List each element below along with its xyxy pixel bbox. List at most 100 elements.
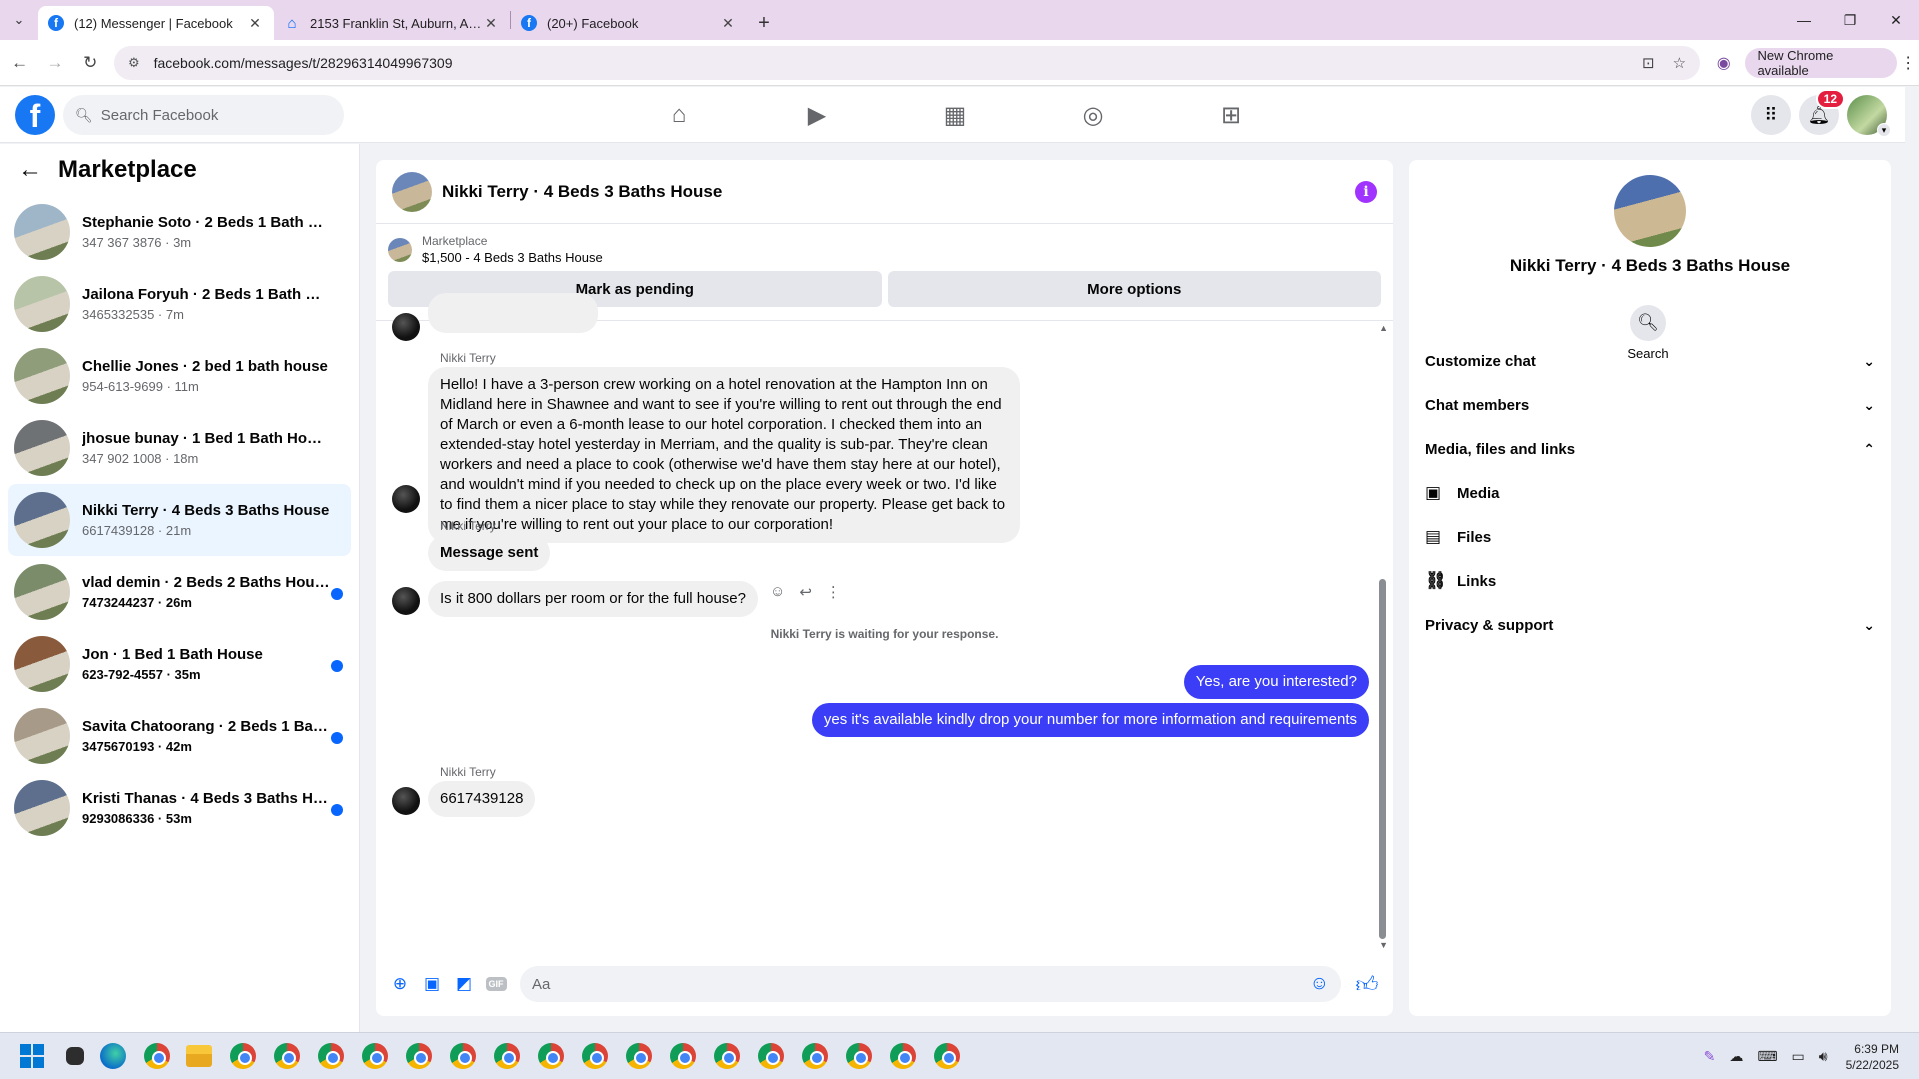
url-text[interactable]: facebook.com/messages/t/2829631404996730… — [154, 55, 1624, 71]
gif-icon[interactable]: GIF — [480, 968, 512, 1000]
reply-icon[interactable]: ↩ — [799, 583, 812, 601]
menu-grid-icon[interactable]: ⠿ — [1751, 95, 1791, 135]
notifications-bell-icon[interactable]: 🔔︎ 12 — [1799, 89, 1845, 135]
groups-icon[interactable]: ◎ — [1024, 87, 1162, 143]
reload-icon[interactable]: ↻ — [75, 47, 106, 79]
chat-listing-thumbnail[interactable] — [392, 171, 432, 212]
back-arrow-icon[interactable]: ← — [4, 47, 35, 79]
window-close-icon[interactable]: ✕ — [1873, 0, 1919, 40]
media-item[interactable]: ▣ Media — [1425, 473, 1500, 513]
profile-icon[interactable]: ◉ — [1710, 49, 1737, 77]
sender-avatar[interactable] — [392, 787, 420, 815]
privacy-support-section[interactable]: Privacy & support ⌄ — [1425, 605, 1875, 645]
new-tab-button[interactable]: + — [747, 6, 781, 40]
close-icon[interactable]: ✕ — [482, 15, 500, 32]
conversation-item[interactable]: Jon · 1 Bed 1 Bath House 623-792-4557 · 3… — [8, 628, 351, 700]
message-input[interactable]: Aa ☺ — [520, 966, 1341, 1002]
plus-circle-icon[interactable]: ⊕ — [384, 968, 416, 1000]
conversation-item[interactable]: vlad demin · 2 Beds 2 Baths House 7473244… — [8, 556, 351, 628]
sender-avatar[interactable] — [392, 587, 420, 615]
chrome-icon[interactable] — [758, 1043, 784, 1069]
outgoing-message[interactable]: yes it's available kindly drop your numb… — [811, 703, 1369, 737]
incoming-message[interactable]: Hello! I have a 3-person crew working on… — [428, 367, 1020, 543]
address-bar[interactable]: ⚙ facebook.com/messages/t/28296314049967… — [113, 45, 1701, 80]
chrome-icon[interactable] — [714, 1043, 740, 1069]
more-options-button[interactable]: More options — [887, 271, 1381, 307]
new-chrome-available-button[interactable]: New Chrome available — [1745, 47, 1898, 78]
chrome-icon[interactable] — [362, 1043, 388, 1069]
sender-avatar[interactable] — [392, 313, 420, 341]
clock[interactable]: 6:39 PM 5/22/2025 — [1846, 1041, 1899, 1073]
minimize-icon[interactable]: — — [1781, 0, 1827, 40]
incoming-message[interactable]: Message sent — [428, 535, 551, 571]
windows-start-icon[interactable] — [20, 1044, 44, 1068]
conversation-item[interactable]: Stephanie Soto · 2 Beds 1 Bath House 347 … — [8, 196, 351, 268]
gaming-icon[interactable]: ⊞ — [1162, 87, 1300, 143]
listing-photo[interactable] — [1614, 175, 1686, 247]
message-thread[interactable]: ▲ ▼ Nikki Terry Hello! I have a 3-person… — [376, 293, 1393, 952]
tab-messenger[interactable]: f (12) Messenger | Facebook ✕ — [38, 6, 274, 40]
chrome-icon[interactable] — [670, 1043, 696, 1069]
chrome-icon[interactable] — [846, 1043, 872, 1069]
scroll-up-arrow-icon[interactable]: ▲ — [1379, 323, 1388, 333]
chrome-icon[interactable] — [582, 1043, 608, 1069]
links-item[interactable]: ⛓ Links — [1425, 561, 1496, 601]
keyboard-icon[interactable]: ⌨ — [1757, 1048, 1777, 1065]
bookmark-star-icon[interactable]: ☆ — [1673, 54, 1686, 72]
search-icon[interactable]: 🔍︎ — [1630, 305, 1666, 341]
chrome-icon[interactable] — [494, 1043, 520, 1069]
conversation-item[interactable]: Savita Chatoorang · 2 Beds 1 Bath House 3… — [8, 700, 351, 772]
file-explorer-icon[interactable] — [186, 1045, 212, 1067]
back-arrow-icon[interactable]: ← — [18, 156, 42, 184]
task-view-icon[interactable] — [66, 1047, 84, 1065]
facebook-search-input[interactable]: 🔍︎ Search Facebook — [63, 95, 344, 135]
facebook-logo-icon[interactable]: f — [15, 95, 55, 135]
conversation-item[interactable]: Nikki Terry · 4 Beds 3 Baths House 661743… — [8, 484, 351, 556]
info-icon[interactable]: i — [1355, 180, 1377, 203]
conversation-item[interactable]: Kristi Thanas · 4 Beds 3 Baths House 9293… — [8, 772, 351, 844]
site-info-icon[interactable]: ⚙ — [128, 55, 140, 71]
forward-arrow-icon[interactable]: → — [39, 47, 70, 79]
restore-icon[interactable]: ❐ — [1827, 0, 1873, 40]
files-item[interactable]: ▤ Files — [1425, 517, 1491, 557]
chrome-icon[interactable] — [230, 1043, 256, 1069]
chrome-icon[interactable] — [802, 1043, 828, 1069]
chrome-icon[interactable] — [274, 1043, 300, 1069]
react-emoji-icon[interactable]: ☺ — [770, 583, 785, 601]
install-app-icon[interactable]: ⊡ — [1642, 54, 1655, 72]
tab-facebook[interactable]: f (20+) Facebook ✕ — [511, 6, 747, 40]
conversation-item[interactable]: jhosue bunay · 1 Bed 1 Bath House 347 902… — [8, 412, 351, 484]
chrome-icon[interactable] — [406, 1043, 432, 1069]
pen-icon[interactable]: ✎ — [1704, 1048, 1716, 1065]
account-avatar[interactable]: ▾ — [1847, 95, 1891, 137]
more-options-icon[interactable]: ⋮ — [826, 583, 841, 601]
sender-avatar[interactable] — [392, 485, 420, 513]
emoji-icon[interactable]: ☺ — [1310, 973, 1329, 995]
chat-title[interactable]: Nikki Terry · 4 Beds 3 Baths House — [442, 182, 1355, 202]
close-icon[interactable]: ✕ — [246, 15, 264, 32]
media-files-links-section[interactable]: Media, files and links ⌃ — [1425, 429, 1875, 469]
sticker-icon[interactable]: ◩ — [448, 968, 480, 1000]
tab-search-chevron-icon[interactable]: ⌄ — [0, 0, 38, 40]
chrome-icon[interactable] — [450, 1043, 476, 1069]
cloud-off-icon[interactable]: ☁ — [1729, 1048, 1743, 1065]
customize-chat-section[interactable]: Customize chat ⌄ — [1425, 341, 1875, 381]
incoming-message[interactable]: 6617439128 — [428, 781, 536, 817]
scroll-down-arrow-icon[interactable]: ▼ — [1379, 940, 1388, 950]
listing-summary[interactable]: Marketplace $1,500 - 4 Beds 3 Baths Hous… — [388, 234, 1381, 265]
chrome-icon[interactable] — [144, 1043, 170, 1069]
chrome-icon[interactable] — [890, 1043, 916, 1069]
thumbs-up-icon[interactable]: 👍︎ — [1349, 971, 1385, 998]
photo-icon[interactable]: ▣ — [416, 968, 448, 1000]
edge-icon[interactable] — [100, 1043, 126, 1069]
tab-zillow[interactable]: ⌂ 2153 Franklin St, Auburn, AL 36 ✕ — [274, 6, 510, 40]
chrome-icon[interactable] — [538, 1043, 564, 1069]
close-icon[interactable]: ✕ — [719, 15, 737, 32]
video-icon[interactable]: ▶ — [748, 87, 886, 143]
outgoing-message[interactable]: Yes, are you interested? — [1183, 665, 1369, 699]
conversation-item[interactable]: Jailona Foryuh · 2 Beds 1 Bath House 3465… — [8, 268, 351, 340]
incoming-message[interactable]: Is it 800 dollars per room or for the fu… — [428, 581, 758, 617]
chat-members-section[interactable]: Chat members ⌄ — [1425, 385, 1875, 425]
chrome-menu-icon[interactable]: ⋮ — [1897, 53, 1919, 73]
chrome-icon[interactable] — [626, 1043, 652, 1069]
